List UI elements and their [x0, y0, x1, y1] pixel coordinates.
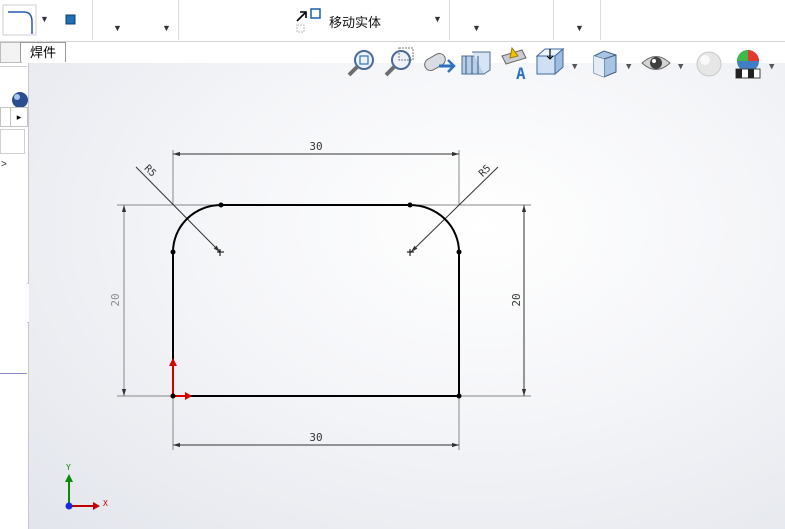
sketch-origin[interactable]	[169, 358, 192, 400]
arc-center-marks[interactable]	[217, 249, 414, 256]
left-radius-dimension-text[interactable]: R5	[142, 163, 158, 179]
left-height-dimension-text[interactable]: 20	[109, 293, 122, 306]
top-width-dimension-text[interactable]: 30	[309, 140, 322, 153]
bottom-width-dimension-text[interactable]: 30	[309, 431, 322, 444]
sketch-endpoints[interactable]	[170, 202, 462, 399]
triad-y-label: Y	[66, 463, 71, 472]
right-radius-leader[interactable]	[410, 166, 499, 253]
right-height-dimension-text[interactable]: 20	[510, 293, 523, 306]
sketch-drawing: 30 30 20 20 R5 R5 Y X	[65, 140, 531, 510]
right-radius-dimension-text[interactable]: R5	[477, 163, 493, 179]
reference-triad	[65, 474, 100, 510]
left-radius-leader[interactable]	[135, 166, 221, 253]
triad-x-label: X	[103, 499, 108, 508]
sketch-profile[interactable]	[172, 204, 460, 397]
